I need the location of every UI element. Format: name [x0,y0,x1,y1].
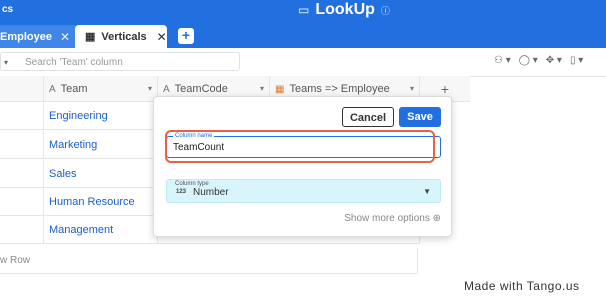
column-editor-popup: Cancel Save Column name TeamCount Column… [153,96,452,237]
save-button[interactable]: Save [399,107,441,127]
team-cell[interactable]: Human Resource [44,188,158,216]
column-header-label: Team [60,83,88,95]
app-name: cs [2,4,14,15]
sort-tool-icon[interactable]: ✥ ▾ [546,55,562,66]
new-row-label: w Row [0,255,31,266]
highlight-annotation [165,130,435,163]
column-header-team[interactable]: A Team ▾ [44,76,158,102]
text-type-icon: A [49,84,56,95]
row-number-cell [0,216,44,244]
column-type-value: Number [193,187,229,198]
close-icon[interactable]: ✕ [60,30,70,44]
search-placeholder: Search 'Team' column [25,57,123,68]
page-title: LookUp [315,1,375,18]
row-number-cell [0,102,44,130]
folder-icon: ▭ [298,3,310,17]
table-icon: ▦ [85,31,96,43]
column-header-label: Teams => Employee [289,83,390,95]
row-number-cell [0,131,44,159]
show-more-options-link[interactable]: Show more options ⊕ [344,213,441,224]
team-cell[interactable]: Sales [44,160,158,188]
info-icon[interactable]: ⓘ [381,4,390,17]
row-number-cell [0,188,44,216]
title-wrap: ▭ LookUp ⓘ [298,1,390,19]
search-input[interactable]: ▾ Search 'Team' column [0,52,240,71]
number-type-icon: 123 [176,189,187,195]
team-cell[interactable]: Engineering [44,102,158,130]
row-number-cell [0,160,44,188]
column-header-label: TeamCode [174,83,228,95]
team-cell[interactable]: Management [44,216,158,244]
close-icon[interactable]: ✕ [157,30,167,44]
row-number-header [0,76,44,102]
filter-tool-icon[interactable]: ◯ ▾ [519,55,538,66]
toolbar: ▾ Search 'Team' column ⚇ ▾ ◯ ▾ ✥ ▾ ▯ ▾ [0,48,606,77]
row-height-tool-icon[interactable]: ▯ ▾ [570,55,583,66]
chevron-down-icon[interactable]: ▾ [148,76,152,102]
add-new-row[interactable]: w Row [0,248,418,274]
team-cell[interactable]: Marketing [44,131,158,159]
chevron-down-icon[interactable]: ▾ [4,53,8,72]
tab-label: Employee [0,30,52,43]
watermark: Made with Tango.us [455,277,606,296]
link-type-icon: ▦ [275,84,285,95]
top-bar: cs ▭ LookUp ⓘ [0,0,606,23]
toolbar-tools: ⚇ ▾ ◯ ▾ ✥ ▾ ▯ ▾ [494,55,583,66]
tab-bar: Employee ✕ ▦ Verticals ✕ + [0,23,606,48]
tab-verticals[interactable]: ▦ Verticals ✕ [75,25,167,48]
column-type-select[interactable]: Column type 123 Number ▼ [166,179,441,203]
text-type-icon: A [163,84,170,95]
add-tab-button[interactable]: + [178,28,194,44]
tab-employee[interactable]: Employee ✕ [0,25,79,48]
group-tool-icon[interactable]: ⚇ ▾ [494,55,511,66]
cancel-button[interactable]: Cancel [342,107,394,127]
tab-label: Verticals [101,30,147,43]
chevron-down-icon[interactable]: ▼ [423,187,431,196]
